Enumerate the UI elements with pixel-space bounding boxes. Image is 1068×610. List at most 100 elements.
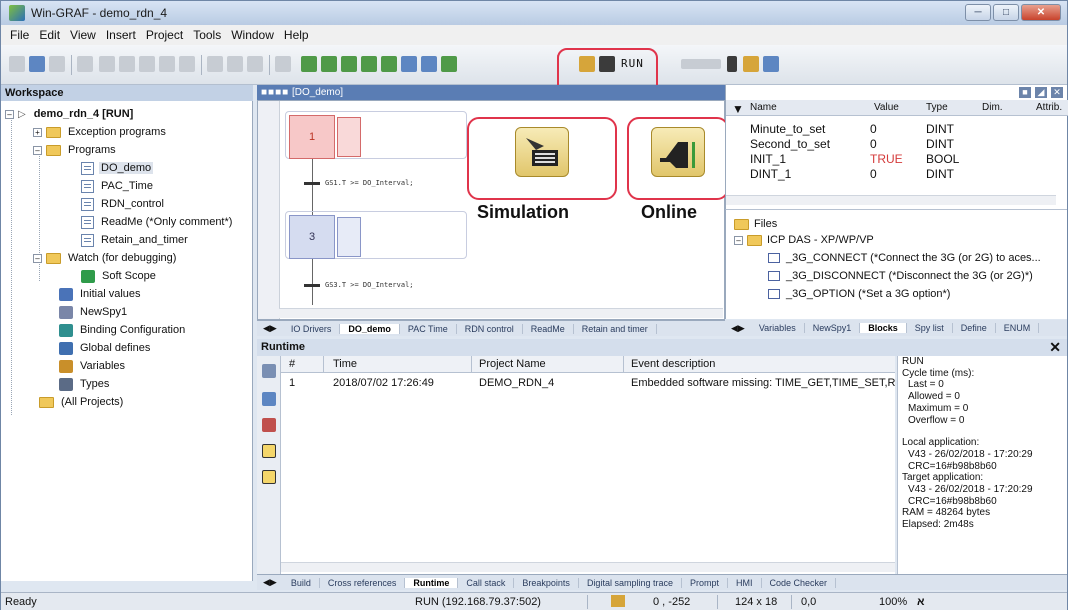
menu-help[interactable]: Help [279,28,314,42]
editor-hscroll[interactable] [279,308,723,318]
graph-icon[interactable] [401,56,417,72]
transition-1[interactable]: GS1.T >= DO_Interval; [325,179,414,187]
collapse-icon[interactable]: – [33,145,42,155]
tree-item-variables[interactable]: Variables [59,357,127,375]
tab-spy-list[interactable]: Spy list [907,323,953,333]
tab-blocks[interactable]: Blocks [860,323,907,333]
tab-scroll-arrows-icon[interactable]: ◀▶ [725,323,751,334]
runtime-close-icon[interactable]: ✕ [1049,339,1061,356]
tab-retain-and-timer[interactable]: Retain and timer [574,323,657,334]
tree-item-global-defines[interactable]: Global defines [59,339,152,357]
minimize-button[interactable]: ─ [965,4,991,21]
tab-variables[interactable]: Variables [751,323,805,333]
tab-do-demo[interactable]: DO_demo [340,323,400,334]
save-icon[interactable] [29,56,45,72]
cut-icon[interactable] [99,56,115,72]
col-project-name[interactable]: Project Name [479,358,546,370]
collapse-icon[interactable]: – [33,253,42,263]
binoculars-icon[interactable]: א [917,596,925,608]
clear-log-icon[interactable] [262,418,276,432]
col-dim[interactable]: Dim. [982,102,1003,113]
variable-row[interactable]: DINT_1 0 DINT [726,167,1068,181]
save-all-icon[interactable] [49,56,65,72]
tab-digital-sampling-trace[interactable]: Digital sampling trace [579,577,682,588]
panel-close-icon[interactable]: ✕ [1051,87,1063,98]
tree-item-watch[interactable]: – Watch (for debugging) [33,249,178,267]
redo-all-icon[interactable] [247,56,263,72]
redo-icon[interactable] [227,56,243,72]
filter-icon[interactable]: ▼ [732,102,744,116]
collapse-icon[interactable]: – [734,235,743,245]
menu-insert[interactable]: Insert [101,28,141,42]
variable-row[interactable]: Minute_to_set 0 DINT [726,122,1068,136]
tab-readme[interactable]: ReadMe [523,323,574,334]
menu-file[interactable]: File [5,28,34,42]
tree-item-binding-configuration[interactable]: Binding Configuration [59,321,187,339]
tab-prompt[interactable]: Prompt [682,577,728,588]
menu-window[interactable]: Window [226,28,279,42]
build-icon[interactable] [301,56,317,72]
tree-item-do-demo[interactable]: DO_demo [81,159,154,177]
tree-item-exception-programs[interactable]: + Exception programs [33,123,168,141]
tree-item-readme[interactable]: ReadMe (*Only comment*) [81,213,234,231]
arrow-right-icon[interactable] [262,470,276,484]
tab-enum[interactable]: ENUM [996,323,1040,333]
block-item-files[interactable]: Files [734,216,777,232]
col-num[interactable]: # [289,358,295,370]
tab-newspy1[interactable]: NewSpy1 [805,323,861,333]
tree-item-all-projects[interactable]: (All Projects) [39,393,125,411]
collapse-icon[interactable]: – [5,109,14,119]
menu-tools[interactable]: Tools [188,28,226,42]
text-icon[interactable] [421,56,437,72]
pin-icon[interactable]: ◢ [1035,87,1047,98]
tree-item-pac-time[interactable]: PAC_Time [81,177,155,195]
block-item-3g-disconnect[interactable]: _3G_DISCONNECT (*Disconnect the 3G (or 2… [768,268,1033,284]
maximize-button[interactable]: □ [993,4,1019,21]
network-icon[interactable] [321,56,337,72]
menu-edit[interactable]: Edit [34,28,65,42]
block-item-3g-option[interactable]: _3G_OPTION (*Set a 3G option*) [768,286,950,302]
menu-project[interactable]: Project [141,28,188,42]
tree-item-types[interactable]: Types [59,375,111,393]
runtime-log-row[interactable]: 1 2018/07/02 17:26:49 DEMO_RDN_4 Embedde… [281,375,895,391]
tab-pac-time[interactable]: PAC Time [400,323,457,334]
export-icon[interactable] [262,364,276,378]
step-3-action[interactable] [337,217,361,257]
tree-item-programs[interactable]: – Programs [33,141,118,159]
tree-item-retain-and-timer[interactable]: Retain_and_timer [81,231,190,249]
new-icon[interactable] [9,56,25,72]
transition-bar[interactable] [304,284,320,287]
tab-io-drivers[interactable]: IO Drivers [283,323,341,334]
col-attrib[interactable]: Attrib. [1036,102,1062,113]
undo-icon[interactable] [207,56,223,72]
tree-item-project[interactable]: – ▷ demo_rdn_4 [RUN] [5,105,135,123]
tab-rdn-control[interactable]: RDN control [457,323,523,334]
settings-icon[interactable] [361,56,377,72]
tree-item-soft-scope[interactable]: Soft Scope [81,267,158,285]
block-item-3g-connect[interactable]: _3G_CONNECT (*Connect the 3G (or 2G) to … [768,250,1041,266]
compile-icon[interactable] [275,56,291,72]
block-item-icp-das[interactable]: – ICP DAS - XP/WP/VP [734,232,874,248]
tab-code-checker[interactable]: Code Checker [762,577,837,588]
tab-cross-references[interactable]: Cross references [320,577,406,588]
copy-log-icon[interactable] [262,392,276,406]
cycle-icon[interactable] [743,56,759,72]
tab-breakpoints[interactable]: Breakpoints [514,577,579,588]
sfc-step-1[interactable]: 1 [289,115,335,159]
message-icon[interactable] [262,444,276,458]
home-icon[interactable] [381,56,397,72]
col-type[interactable]: Type [926,102,948,113]
tab-scroll-arrows-icon[interactable]: ◀▶ [257,323,283,334]
variable-row[interactable]: INIT_1 TRUE BOOL [726,152,1068,166]
variable-row[interactable]: Second_to_set 0 DINT [726,137,1068,151]
tree-item-newspy1[interactable]: NewSpy1 [59,303,129,321]
sfc-step-3[interactable]: 3 [289,215,335,259]
expand-icon[interactable]: + [33,127,42,137]
menu-view[interactable]: View [65,28,101,42]
tree-item-rdn-control[interactable]: RDN_control [81,195,166,213]
tab-define[interactable]: Define [953,323,996,333]
tab-call-stack[interactable]: Call stack [458,577,515,588]
variables-hscroll[interactable] [726,195,1056,205]
tab-build[interactable]: Build [283,577,320,588]
paste-icon[interactable] [139,56,155,72]
